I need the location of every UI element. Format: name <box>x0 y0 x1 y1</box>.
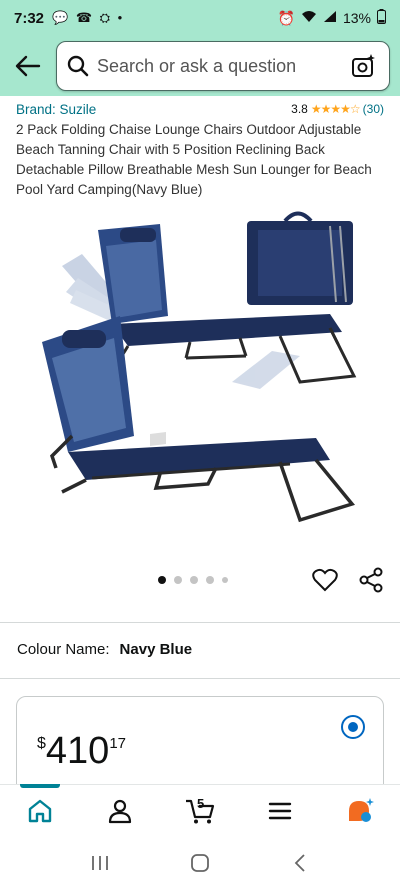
brand-link[interactable]: Brand: Suzile <box>16 102 96 117</box>
home-icon <box>28 799 52 822</box>
home-button[interactable] <box>180 843 220 883</box>
recent-apps-button[interactable] <box>80 843 120 883</box>
product-info: Brand: Suzile 3.8 ★★★★☆ (30) 2 Pack Fold… <box>0 96 400 200</box>
nav-home[interactable] <box>10 783 70 836</box>
image-actions <box>312 566 384 594</box>
rating-value: 3.8 <box>291 102 308 116</box>
bottom-nav: 5 <box>0 783 400 836</box>
search-input[interactable] <box>97 55 349 77</box>
rufus-icon <box>349 797 374 822</box>
account-icon <box>108 799 132 823</box>
price-fraction: 17 <box>109 735 126 752</box>
battery-icon <box>377 9 386 27</box>
status-bar: 7:32 💬 ☎ ⛭ • ⏰ 13% <box>0 0 400 36</box>
nav-account[interactable] <box>90 786 150 836</box>
chevron-left-icon <box>294 853 305 872</box>
image-carousel-dots <box>158 576 228 584</box>
system-indicators: ⏰ 13% <box>278 9 386 27</box>
heart-icon <box>312 568 338 592</box>
notification-icons: 💬 ☎ ⛭ • <box>52 10 125 25</box>
recent-apps-icon <box>92 855 108 870</box>
wishlist-button[interactable] <box>312 566 338 594</box>
carousel-dot[interactable] <box>158 576 166 584</box>
price: $ 410 17 <box>37 731 126 771</box>
system-navigation <box>0 836 400 889</box>
divider <box>0 622 400 623</box>
colour-value: Navy Blue <box>119 641 193 658</box>
divider <box>0 678 400 679</box>
share-button[interactable] <box>358 566 384 594</box>
arrow-left-icon <box>15 55 41 77</box>
carousel-dot[interactable] <box>206 576 214 584</box>
search-icon <box>67 55 89 77</box>
price-whole: 410 <box>45 730 110 772</box>
app-header <box>0 36 400 96</box>
colour-label: Colour Name: <box>17 641 110 658</box>
wifi-icon <box>301 10 317 26</box>
product-title: 2 Pack Folding Chaise Lounge Chairs Outd… <box>16 122 372 197</box>
price-option-radio[interactable] <box>341 715 365 739</box>
share-icon <box>359 567 383 593</box>
lounge-chair-image <box>42 211 357 523</box>
carousel-dot[interactable] <box>190 576 198 584</box>
product-image[interactable] <box>0 206 400 556</box>
carousel-dot[interactable] <box>174 576 182 584</box>
camera-sparkle-icon <box>352 54 375 77</box>
carousel-dot[interactable] <box>222 577 228 583</box>
rating-summary[interactable]: 3.8 ★★★★☆ (30) <box>291 102 384 116</box>
review-count: (30) <box>362 102 384 116</box>
camera-search-button[interactable] <box>349 51 379 81</box>
battery-level: 13% <box>342 10 371 26</box>
price-symbol: $ <box>37 735 46 752</box>
cart-count: 5 <box>197 795 205 811</box>
colour-selector: Colour Name: Navy Blue <box>17 641 192 658</box>
star-rating-icon: ★★★★☆ <box>310 102 361 116</box>
home-circle-icon <box>191 853 209 872</box>
nav-cart[interactable]: 5 <box>170 786 230 836</box>
clock: 7:32 <box>14 9 45 27</box>
nav-rufus[interactable] <box>330 786 390 836</box>
alarm-icon: ⏰ <box>277 9 295 26</box>
signal-icon <box>323 10 337 26</box>
menu-icon <box>268 802 292 819</box>
search-bar[interactable] <box>56 41 390 91</box>
back-button[interactable] <box>10 46 46 86</box>
nav-menu[interactable] <box>250 786 310 836</box>
system-back-button[interactable] <box>280 843 320 883</box>
